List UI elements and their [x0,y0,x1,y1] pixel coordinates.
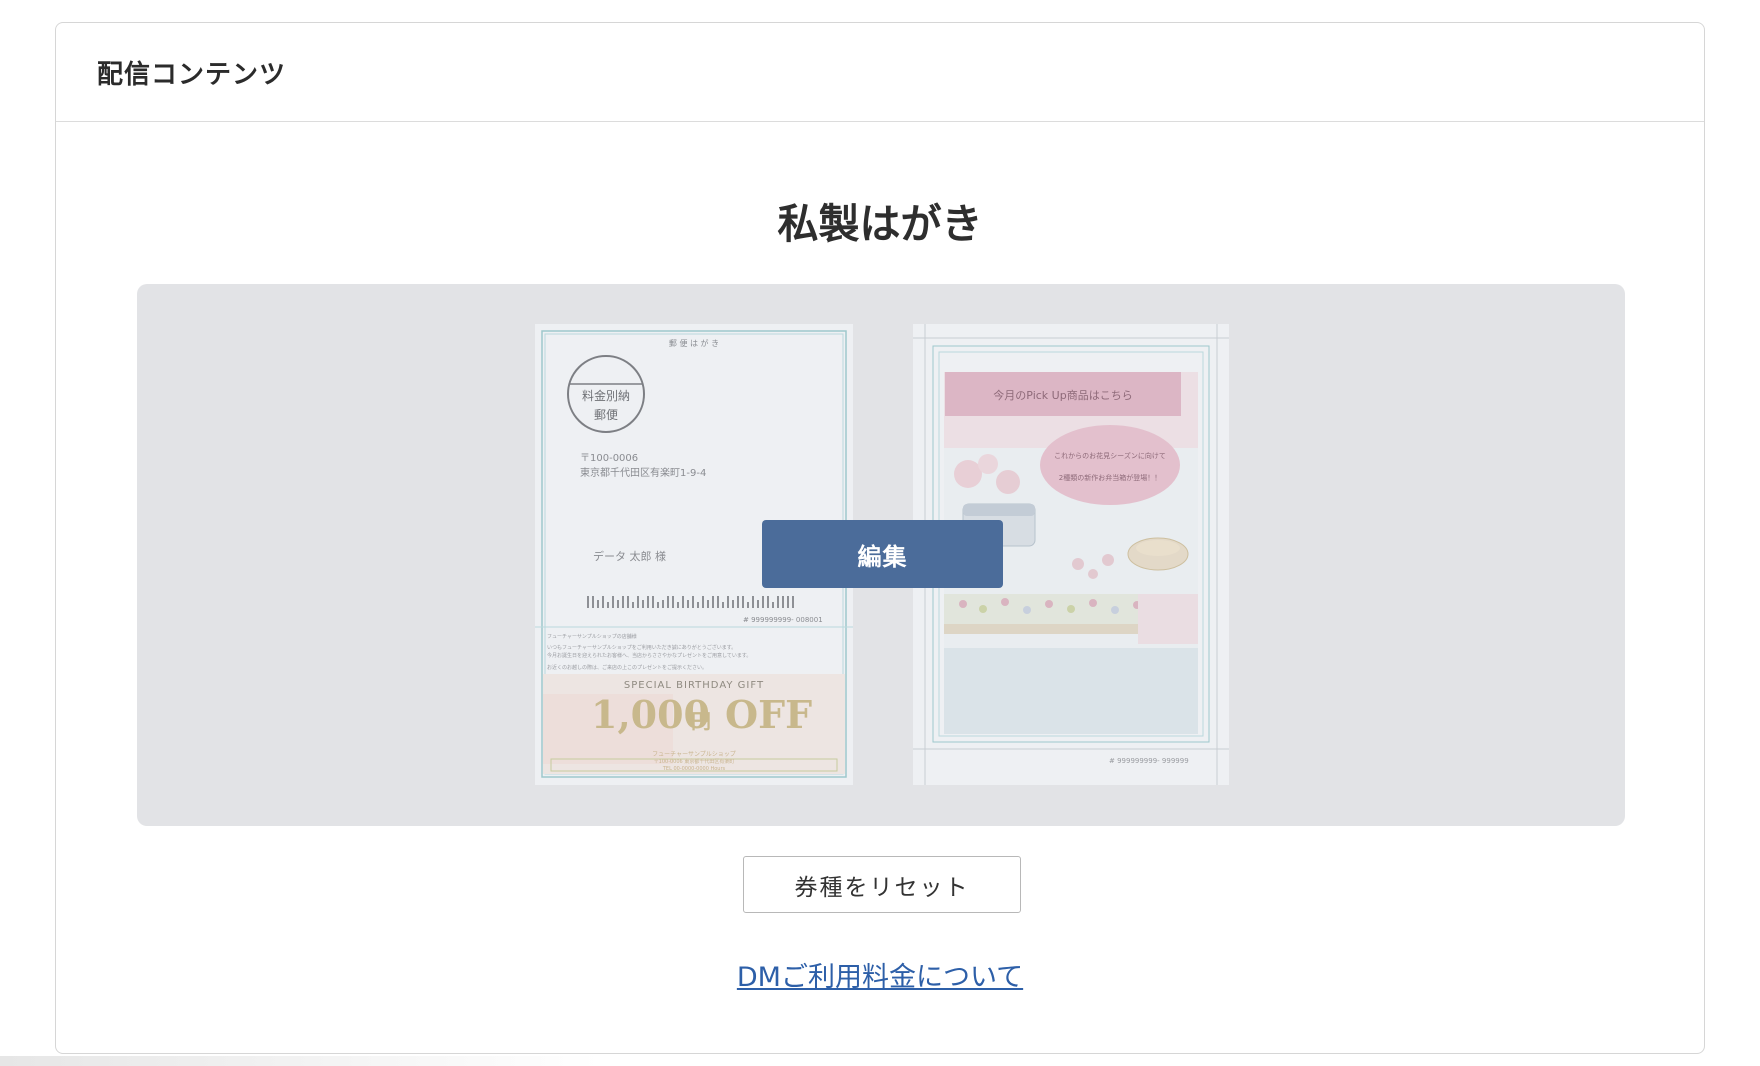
greeting-3: お近くのお越しの際は、ご来店の上このプレゼントをご提示ください。 [547,664,707,671]
bottom-scroll-shadow [0,1056,600,1066]
content-card: 配信コンテンツ 私製はがき 郵 便 は が き 料金別納 郵便 〒100-000… [55,22,1705,1054]
gift-unit: 円 [691,709,711,733]
card-header: 配信コンテンツ [56,23,1704,122]
postcard-type-title: 私製はがき [777,200,983,248]
footer-tel: TEL 00-0000-0000 Hours [662,766,726,772]
pickup-banner-text: 今月のPick Up商品はこちら [993,388,1132,402]
shop-name-text: フューチャーサンプルショップの店舗様 [547,633,637,640]
address-text: 東京都千代田区有楽町1-9-4 [580,466,706,479]
footer-address: 〒100-0006 東京都千代田区有楽町 [654,758,735,765]
bento-box-illustration-2 [1127,537,1189,571]
recipient-name: データ 太郎 様 [593,549,666,563]
stamp-text-1: 料金別納 [582,388,630,403]
zip-code: 〒100-0006 [580,453,638,464]
dm-fee-link[interactable]: DMご利用料金について [56,955,1704,994]
greeting-1: いつもフューチャーサンプルショップをご利用いただき誠にありがとうございます。 [547,644,736,651]
edit-button[interactable]: 編集 [762,520,1003,588]
bubble-text-1: これからのお花見シーズンに向けて [1054,451,1166,460]
postcard-preview-area: 郵 便 は が き 料金別納 郵便 〒100-0006 東京都千代田区有楽町1-… [137,284,1625,826]
gift-label: SPECIAL BIRTHDAY GIFT [624,680,764,691]
footer-shop: フューチャーサンプルショップ [652,751,736,758]
section-title: 配信コンテンツ [97,59,287,90]
greeting-2: 今月お誕生日を迎えられたお客様へ、当店からささやかなプレゼントをご用意しています… [547,652,751,659]
speech-bubble [1040,425,1180,505]
reset-ticket-type-button[interactable]: 券種をリセット [743,856,1021,913]
gift-off: OFF [725,692,812,737]
bubble-text-2: 2種類の新作お弁当箱が登場！！ [1059,473,1161,482]
front-serial: # 999999999- 008001 [743,616,823,624]
front-top-label: 郵 便 は が き [669,338,719,348]
flower-garden-illustration [944,594,1164,634]
back-serial: # 999999999- 999999 [1109,757,1189,765]
stamp-text-2: 郵便 [594,408,618,422]
